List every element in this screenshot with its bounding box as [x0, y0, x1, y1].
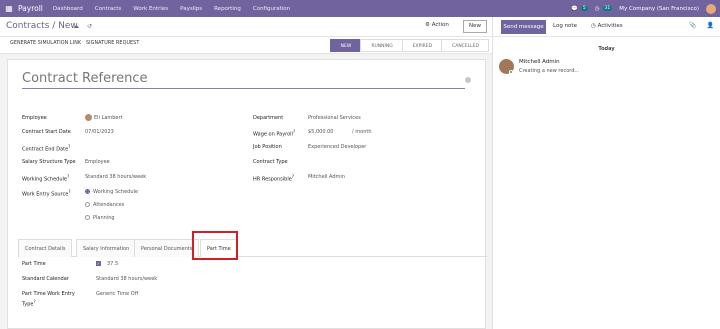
- hr-responsible-field[interactable]: Mitchell Admin: [308, 174, 345, 180]
- hr-responsible-label: HR Responsible?: [253, 174, 295, 183]
- part-time-work-entry-type-field[interactable]: Generic Time Off: [96, 291, 138, 297]
- chatter-header: Send message Log note ◷ Activities 📎 👤: [493, 17, 720, 37]
- menu-payslips[interactable]: Payslips: [180, 6, 202, 12]
- user-avatar[interactable]: [706, 3, 716, 14]
- job-position-field[interactable]: Experienced Developer: [308, 144, 366, 150]
- top-navbar: ▦ Payroll Dashboard Contracts Work Entri…: [0, 0, 720, 17]
- company-switcher[interactable]: My Company (San Francisco): [619, 6, 699, 12]
- messages-badge: 5: [580, 6, 588, 11]
- wage-label: Wage on Payroll?: [253, 129, 296, 138]
- radio-attendances[interactable]: [85, 202, 90, 207]
- standard-calendar-label: Standard Calendar: [22, 276, 69, 282]
- working-schedule-field[interactable]: Standard 38 hours/week: [85, 174, 146, 180]
- notebook-tabs: Contract Details Salary Information Pers…: [18, 237, 487, 257]
- language-icon[interactable]: [465, 77, 471, 83]
- radio-planning-label: Planning: [93, 215, 115, 221]
- action-label: Action: [431, 22, 449, 28]
- radio-working-schedule[interactable]: [85, 189, 90, 194]
- department-field[interactable]: Professional Services: [308, 115, 361, 121]
- job-position-label: Job Position: [253, 144, 282, 150]
- standard-calendar-field[interactable]: Standard 38 hours/week: [96, 276, 157, 282]
- signature-request-button[interactable]: SIGNATURE REQUEST: [86, 41, 139, 46]
- radio-planning[interactable]: [85, 215, 90, 220]
- activities-button[interactable]: ◷ Activities: [591, 23, 623, 29]
- end-date-label: Contract End Date?: [22, 144, 71, 153]
- new-button[interactable]: New: [463, 20, 487, 33]
- discard-icon[interactable]: ↺: [87, 23, 92, 30]
- end-date-label-text: Contract End Date: [22, 146, 69, 153]
- save-cloud-icon[interactable]: ☁: [73, 23, 79, 30]
- activity-badge: 31: [602, 6, 613, 11]
- start-date-label: Contract Start Date: [22, 129, 71, 135]
- app-menu-icon[interactable]: ▦: [2, 4, 16, 13]
- contract-type-field[interactable]: [308, 159, 388, 165]
- part-time-label: Part Time: [22, 261, 46, 267]
- app-name[interactable]: Payroll: [18, 4, 43, 13]
- menu-work-entries[interactable]: Work Entries: [133, 6, 168, 12]
- wage-label-text: Wage on Payroll: [253, 131, 293, 138]
- wage-period: / month: [352, 129, 372, 135]
- tab-personal-documents[interactable]: Personal Documents: [134, 239, 200, 257]
- day-separator: Today: [598, 46, 615, 52]
- messages-icon[interactable]: 💬: [571, 6, 578, 12]
- activities-label: Activities: [597, 23, 623, 29]
- menu-contracts[interactable]: Contracts: [95, 6, 122, 12]
- attachment-icon[interactable]: 📎: [689, 22, 696, 29]
- message-author[interactable]: Mitchell Admin: [519, 59, 560, 65]
- menu-configuration[interactable]: Configuration: [253, 6, 290, 12]
- employee-avatar: [85, 114, 92, 121]
- form-sheet: Contract Reference Employee Eli Lambert …: [7, 59, 487, 329]
- part-time-checkbox[interactable]: ✓: [96, 261, 101, 266]
- employee-label: Employee: [22, 115, 47, 121]
- stage-cancelled[interactable]: CANCELLED: [441, 39, 489, 52]
- hr-responsible-label-text: HR Responsible: [253, 176, 292, 183]
- wage-field[interactable]: $5,000.00: [308, 129, 333, 135]
- start-date-field[interactable]: 07/01/2023: [85, 129, 114, 135]
- department-label: Department: [253, 115, 284, 121]
- log-note-button[interactable]: Log note: [553, 23, 577, 29]
- work-entry-source-label-text: Work Entry Source: [22, 191, 69, 198]
- part-time-percent[interactable]: 37.5: [107, 261, 118, 267]
- part-time-work-entry-type-label-text: Part Time Work Entry Type: [22, 291, 75, 308]
- menu-dashboard[interactable]: Dashboard: [53, 6, 83, 12]
- working-schedule-label: Working Schedule?: [22, 174, 70, 183]
- tab-contract-details[interactable]: Contract Details: [18, 239, 73, 257]
- working-schedule-label-text: Working Schedule: [22, 176, 67, 183]
- send-message-button[interactable]: Send message: [501, 20, 546, 34]
- title-underline: [22, 88, 465, 89]
- contract-type-label: Contract Type: [253, 159, 288, 165]
- chatter-panel: Today Mitchell Admin Creating a new reco…: [493, 37, 720, 329]
- part-time-work-entry-type-label: Part Time Work Entry Type?: [22, 291, 75, 308]
- stage-pipeline: NEW RUNNING EXPIRED CANCELLED: [329, 39, 489, 52]
- salary-structure-type-label: Salary Structure Type: [22, 159, 76, 165]
- radio-attendances-label: Attendances: [93, 202, 125, 208]
- followers-icon[interactable]: 👤: [707, 22, 714, 29]
- breadcrumb[interactable]: Contracts / New: [6, 21, 78, 31]
- online-status-dot: [509, 70, 513, 74]
- work-entry-source-label: Work Entry Source?: [22, 189, 71, 198]
- end-date-field[interactable]: [85, 144, 165, 150]
- stage-expired[interactable]: EXPIRED: [401, 39, 443, 52]
- stage-running[interactable]: RUNNING: [360, 39, 403, 52]
- highlight-box: [192, 231, 238, 260]
- tab-salary-information[interactable]: Salary Information: [76, 239, 137, 257]
- message-body: Creating a new record...: [519, 68, 580, 74]
- contract-reference-input[interactable]: Contract Reference: [22, 71, 148, 86]
- employee-field[interactable]: Eli Lambert: [94, 115, 123, 121]
- radio-working-schedule-label: Working Schedule: [93, 189, 138, 195]
- stage-new[interactable]: NEW: [329, 39, 362, 52]
- menu-reporting[interactable]: Reporting: [214, 6, 241, 12]
- status-bar: GENERATE SIMULATION LINK SIGNATURE REQUE…: [0, 37, 493, 54]
- action-button[interactable]: ⚙ Action: [425, 22, 449, 28]
- generate-simulation-link-button[interactable]: GENERATE SIMULATION LINK: [10, 41, 81, 46]
- activity-icon[interactable]: ◷: [595, 6, 600, 12]
- salary-structure-type-field[interactable]: Employee: [85, 159, 110, 165]
- control-panel: Contracts / New ☁ ↺ ⚙ Action New: [0, 17, 493, 37]
